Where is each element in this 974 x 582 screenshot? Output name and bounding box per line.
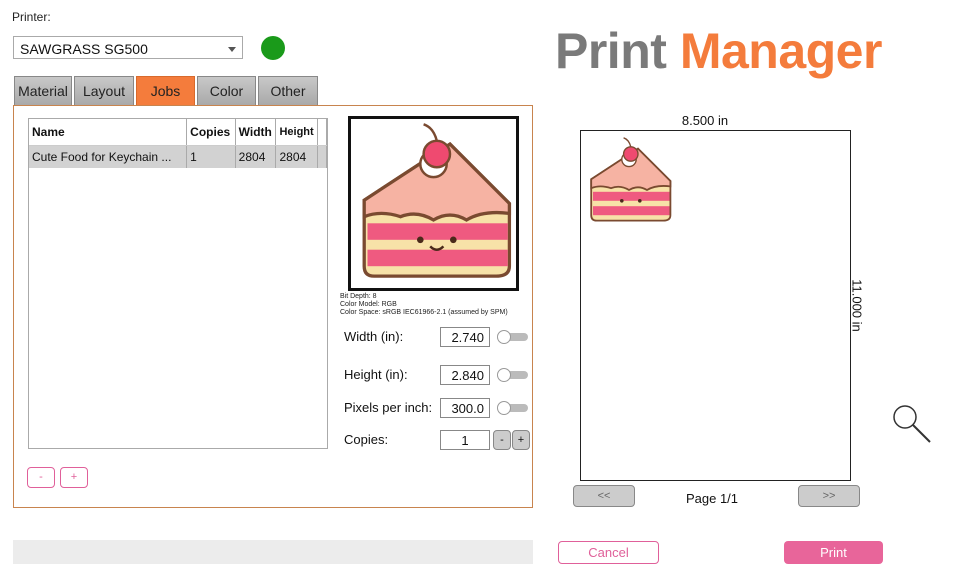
remove-job-button[interactable]: -: [27, 467, 55, 488]
tab-material[interactable]: Material: [14, 76, 72, 105]
column-copies[interactable]: Copies: [186, 119, 236, 146]
printer-label: Printer:: [12, 10, 51, 24]
copies-increment-button[interactable]: +: [512, 430, 530, 450]
ppi-label: Pixels per inch:: [344, 400, 433, 415]
print-button[interactable]: Print: [784, 541, 883, 564]
column-height[interactable]: Height: [275, 119, 318, 146]
ppi-toggle[interactable]: [497, 401, 528, 415]
job-thumbnail: [348, 116, 519, 291]
prev-page-button[interactable]: <<: [573, 485, 635, 507]
width-toggle[interactable]: [497, 330, 528, 344]
bit-depth: Bit Depth: 8: [340, 293, 377, 300]
copies-label: Copies:: [344, 432, 389, 447]
job-copies: 1: [186, 145, 236, 168]
page-preview: [580, 130, 851, 481]
cake-image: [362, 123, 512, 278]
page-height-label: 11.000 in: [849, 279, 865, 332]
job-name: Cute Food for Keychain ...: [29, 145, 188, 168]
column-name[interactable]: Name: [29, 119, 188, 146]
height-label: Height (in):: [344, 367, 408, 382]
copies-input[interactable]: 1: [440, 430, 490, 450]
printer-select-value: SAWGRASS SG500: [20, 41, 148, 57]
zoom-magnifier-icon[interactable]: [890, 402, 934, 446]
job-height: 2804: [275, 145, 318, 168]
printer-select[interactable]: SAWGRASS SG500: [13, 36, 243, 59]
next-page-button[interactable]: >>: [798, 485, 860, 507]
copies-decrement-button[interactable]: -: [493, 430, 511, 450]
job-width: 2804: [235, 145, 277, 168]
image-info: Bit Depth: 8 Color Model: RGB Color Spac…: [340, 293, 508, 317]
tab-other[interactable]: Other: [258, 76, 318, 105]
color-model: Color Model: RGB: [340, 301, 397, 308]
title-print: Print: [555, 23, 667, 79]
tab-layout[interactable]: Layout: [74, 76, 134, 105]
table-row[interactable]: Cute Food for Keychain ... 1 2804 2804: [29, 145, 328, 168]
printer-status-indicator: [261, 36, 285, 60]
add-job-button[interactable]: +: [60, 467, 88, 488]
chevron-down-icon: [228, 47, 236, 52]
app-title: Print Manager: [555, 22, 882, 80]
tab-color[interactable]: Color: [197, 76, 256, 105]
page-width-label: 8.500 in: [681, 113, 729, 128]
height-toggle[interactable]: [497, 368, 528, 382]
progress-bar: [13, 540, 533, 564]
width-input[interactable]: 2.740: [440, 327, 490, 347]
width-label: Width (in):: [344, 329, 404, 344]
page-indicator: Page 1/1: [685, 491, 739, 506]
cake-placement[interactable]: [584, 135, 674, 227]
column-width[interactable]: Width: [235, 119, 277, 146]
height-input[interactable]: 2.840: [440, 365, 490, 385]
ppi-input[interactable]: 300.0: [440, 398, 490, 418]
color-space: Color Space: sRGB IEC61966-2.1 (assumed …: [340, 309, 508, 316]
title-manager: Manager: [679, 23, 883, 79]
jobs-table: Name Copies Width Height Cute Food for Keyc…: [28, 118, 328, 449]
cancel-button[interactable]: Cancel: [558, 541, 659, 564]
tab-jobs[interactable]: Jobs: [136, 76, 195, 105]
